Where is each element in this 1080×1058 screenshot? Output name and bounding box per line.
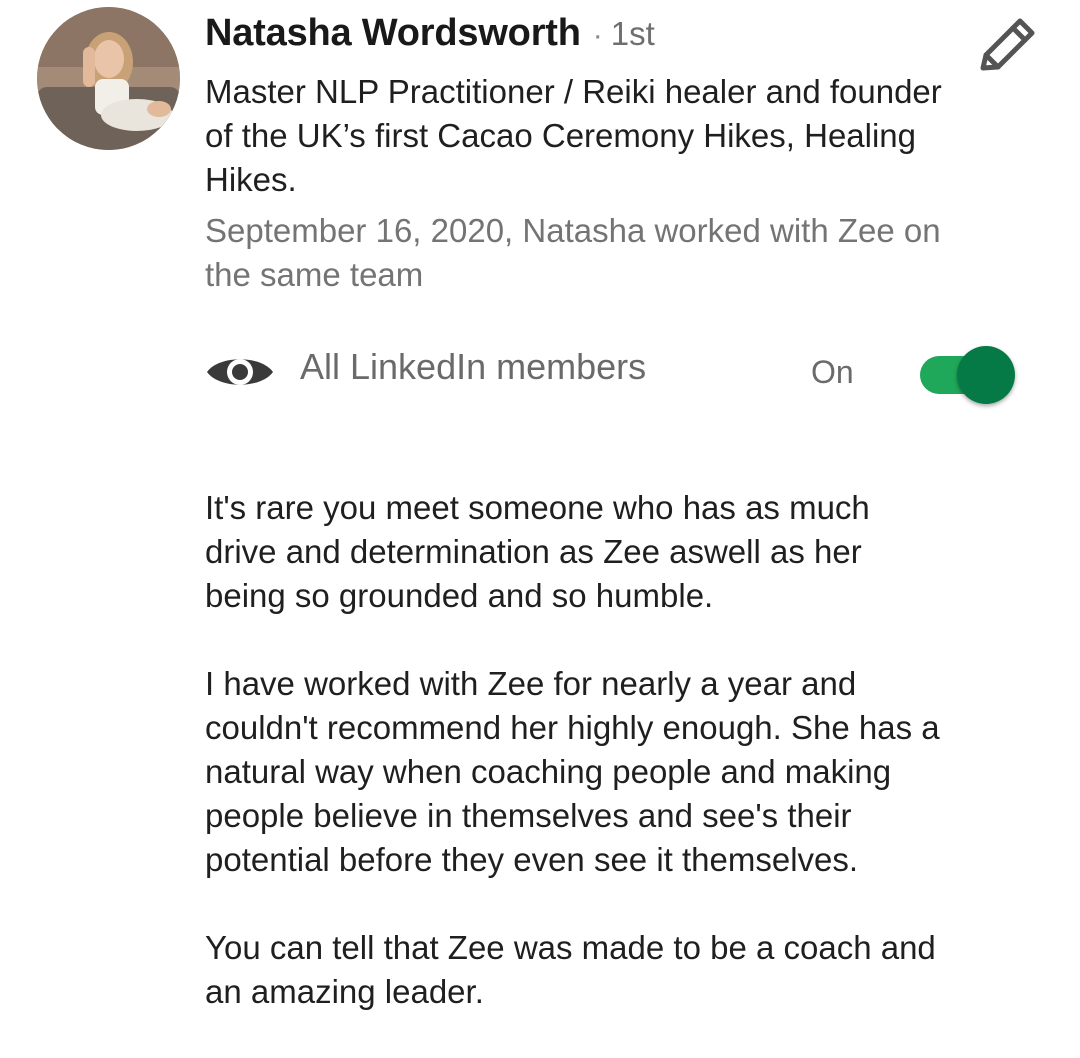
recommender-name[interactable]: Natasha Wordsworth [205, 12, 581, 55]
profile-photo [37, 7, 180, 150]
recommendation-text: It's rare you meet someone who has as mu… [205, 486, 1055, 1058]
avatar[interactable] [37, 7, 180, 150]
recommendation-paragraph: You can tell that Zee was made to be a c… [205, 929, 936, 1010]
recommendation-paragraph: I have worked with Zee for nearly a year… [205, 665, 940, 878]
eye-icon [207, 359, 273, 385]
relationship-text: September 16, 2020, Natasha worked with … [205, 212, 941, 293]
recommender-header: Natasha Wordsworth · 1st [205, 12, 655, 62]
recommender-headline: Master NLP Practitioner / Reiki healer a… [205, 73, 942, 198]
recommendation-paragraph: It's rare you meet someone who has as mu… [205, 489, 870, 614]
toggle-thumb[interactable] [957, 346, 1015, 404]
connection-degree: 1st [610, 15, 655, 52]
toggle-state-label: On [811, 354, 854, 390]
visibility-toggle[interactable] [920, 346, 1020, 404]
pencil-icon [980, 18, 1035, 71]
edit-button[interactable] [975, 12, 1041, 78]
visibility-label: All LinkedIn members [300, 346, 647, 387]
visibility-setting: All LinkedIn members On [205, 340, 1035, 404]
dot-separator: · [592, 19, 603, 52]
